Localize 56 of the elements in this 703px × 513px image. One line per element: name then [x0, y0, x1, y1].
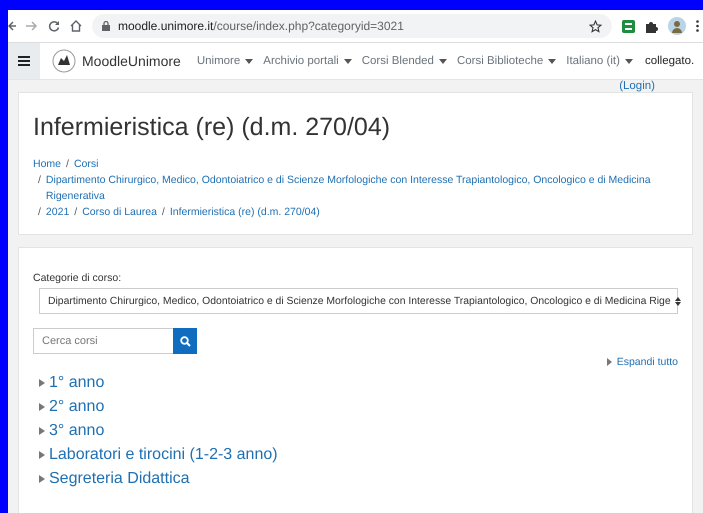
- search-field[interactable]: Cerca corsi: [33, 328, 173, 354]
- category-link[interactable]: Laboratori e tirocini (1-2-3 anno): [49, 446, 278, 464]
- breadcrumb-separator: /: [162, 205, 165, 220]
- lock-icon: [102, 21, 110, 31]
- address-bar[interactable]: moodle.unimore.it/course/index.php?categoryid=3021: [92, 14, 612, 38]
- expand-all-link[interactable]: Espandi tutto: [606, 356, 678, 368]
- search-button[interactable]: [173, 328, 197, 354]
- breadcrumb-separator: /: [74, 205, 78, 220]
- caret-icon: [624, 58, 633, 64]
- expand-triangle-icon[interactable]: [39, 475, 45, 483]
- nav-menu[interactable]: Italiano (it): [566, 55, 633, 67]
- login-link[interactable]: (Login): [619, 80, 655, 92]
- expand-triangle-icon[interactable]: [39, 451, 45, 459]
- breadcrumb-link[interactable]: Corso di Laurea: [82, 204, 157, 220]
- sort-arrows-icon: [674, 296, 681, 306]
- star-icon[interactable]: [589, 20, 602, 32]
- breadcrumb-separator: /: [66, 157, 69, 172]
- reload-icon[interactable]: [48, 20, 60, 32]
- logo-icon: [52, 49, 76, 73]
- breadcrumb-link[interactable]: Dipartimento Chirurgico, Medico, Odontoiatrico e di Scienze Morfologiche con Interesse Trapiantologico, Oncologico e di Medicina Rigenerativa: [46, 172, 673, 204]
- triangle-icon: [606, 358, 612, 366]
- category-link[interactable]: 2° anno: [49, 398, 104, 416]
- avatar-icon[interactable]: [668, 17, 686, 35]
- expand-triangle-icon[interactable]: [39, 379, 45, 387]
- field-label: Categorie di corso:: [33, 272, 122, 284]
- home-icon[interactable]: [70, 20, 82, 32]
- caret-icon: [438, 58, 447, 64]
- breadcrumb-link[interactable]: Corsi: [74, 156, 98, 172]
- category-link[interactable]: Segreteria Didattica: [49, 470, 190, 488]
- category-link[interactable]: 1° anno: [49, 374, 104, 392]
- caret-icon: [548, 58, 556, 64]
- back-arrow-icon[interactable]: [8, 20, 16, 32]
- breadcrumb-separator: /: [38, 205, 41, 220]
- nav-menu[interactable]: Corsi Biblioteche: [456, 55, 556, 67]
- caret-icon: [344, 58, 352, 64]
- search-icon: [180, 336, 190, 346]
- nav-menu[interactable]: Archivio portali: [263, 55, 352, 67]
- menu-button[interactable]: [8, 43, 40, 79]
- nav-menu[interactable]: Unimore: [196, 55, 254, 67]
- nav-menu[interactable]: Corsi Blended: [362, 55, 447, 67]
- site-name[interactable]: MoodleUnimore: [82, 53, 181, 69]
- page-title: Infermieristica (re) (d.m. 270/04): [33, 113, 392, 142]
- puzzle-icon[interactable]: [645, 20, 658, 32]
- extension-icon[interactable]: [622, 20, 635, 32]
- menu-icon: [18, 56, 30, 66]
- category-link[interactable]: 3° anno: [49, 422, 104, 440]
- breadcrumb-link[interactable]: Infermieristica (re) (d.m. 270/04): [170, 204, 320, 220]
- login-status: collegato.: [644, 55, 694, 67]
- more-icon[interactable]: [696, 20, 699, 32]
- expand-triangle-icon[interactable]: [39, 403, 45, 411]
- breadcrumb-link[interactable]: 2021: [46, 204, 70, 220]
- category-select[interactable]: Dipartimento Chirurgico, Medico, Odontoiatrico e di Scienze Morfologiche con Interesse Trapiantologico, Oncologico e di Medicina Rige: [39, 288, 678, 314]
- breadcrumb-separator: /: [38, 173, 41, 188]
- breadcrumb-link[interactable]: Home: [33, 156, 62, 172]
- expand-triangle-icon[interactable]: [39, 427, 45, 435]
- caret-icon: [245, 58, 254, 64]
